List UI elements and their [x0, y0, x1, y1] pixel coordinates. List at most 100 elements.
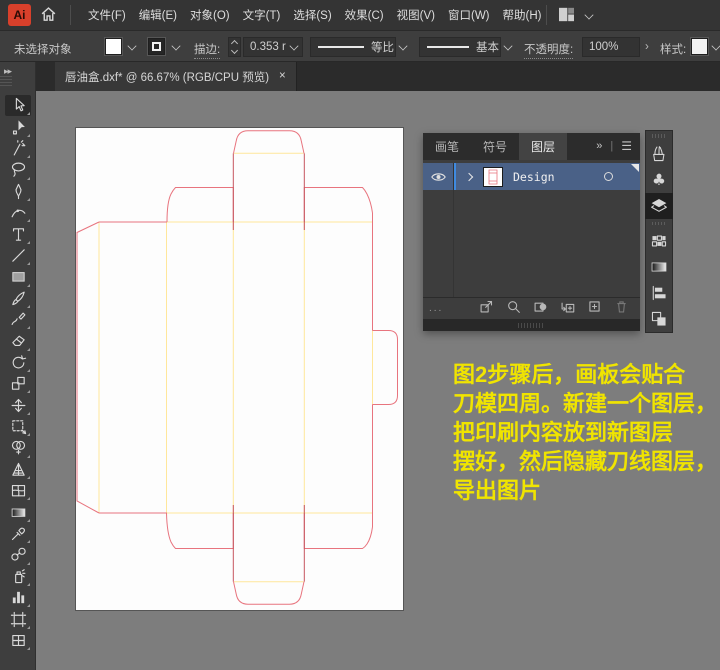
- profile-chevron-icon[interactable]: [398, 41, 407, 50]
- menu-item-8[interactable]: 帮助(H): [503, 7, 542, 23]
- tool-paintbrush[interactable]: [5, 288, 31, 309]
- artboard-icon: [10, 611, 27, 628]
- dock-symbols[interactable]: ♣: [645, 167, 673, 193]
- swatches-icon: [650, 232, 668, 250]
- search-icon[interactable]: [506, 299, 521, 319]
- tool-line-segment[interactable]: [5, 245, 31, 266]
- stroke-label[interactable]: 描边:: [194, 41, 220, 59]
- dock-gradient[interactable]: [645, 254, 673, 280]
- tool-artboard[interactable]: [5, 608, 31, 629]
- menu-item-0[interactable]: 文件(F): [88, 7, 126, 23]
- tool-magic-wand[interactable]: [5, 138, 31, 159]
- expand-arrow-icon[interactable]: [465, 172, 473, 180]
- tool-slice[interactable]: [5, 630, 31, 651]
- tool-selection[interactable]: [5, 95, 31, 116]
- tool-gradient[interactable]: [5, 501, 31, 522]
- layer-target-icon[interactable]: [604, 172, 613, 181]
- panel-tab-0[interactable]: 画笔: [423, 133, 471, 160]
- toolbar-grip[interactable]: [0, 76, 12, 88]
- artboard[interactable]: [76, 128, 403, 610]
- tool-free-transform[interactable]: [5, 416, 31, 437]
- stroke-chevron-icon[interactable]: [171, 41, 180, 50]
- style-swatch[interactable]: [691, 38, 708, 55]
- menu-item-5[interactable]: 效果(C): [345, 7, 384, 23]
- opacity-label[interactable]: 不透明度:: [524, 41, 573, 59]
- tool-width[interactable]: [5, 394, 31, 415]
- layer-row[interactable]: Design: [423, 163, 640, 190]
- style-chevron-icon[interactable]: [711, 41, 720, 50]
- workspace-switcher[interactable]: [558, 7, 593, 22]
- opacity-input[interactable]: 100%: [582, 37, 640, 57]
- visibility-cell[interactable]: [423, 171, 453, 183]
- menu-item-2[interactable]: 对象(O): [190, 7, 230, 23]
- new-layer-icon[interactable]: [587, 299, 602, 319]
- menu-item-3[interactable]: 文字(T): [243, 7, 281, 23]
- panel-resize-bar[interactable]: [423, 319, 640, 331]
- menu-item-4[interactable]: 选择(S): [293, 7, 331, 23]
- stroke-swatch[interactable]: [148, 38, 165, 55]
- tool-pen[interactable]: [5, 181, 31, 202]
- tool-direct-selection[interactable]: [5, 116, 31, 137]
- document-tab[interactable]: 唇油盒.dxf* @ 66.67% (RGB/CPU 预览) ×: [55, 62, 297, 91]
- dock-grip[interactable]: [652, 134, 666, 138]
- dock-brushes[interactable]: [645, 141, 673, 167]
- tools-panel: ▸▸: [0, 62, 36, 670]
- panel-tab-2[interactable]: 图层: [519, 133, 567, 160]
- mesh-icon: [10, 482, 27, 499]
- curvature-icon: [10, 204, 27, 221]
- tool-symbol-sprayer[interactable]: [5, 566, 31, 587]
- dock-swatches[interactable]: [645, 228, 673, 254]
- new-sublayer-icon[interactable]: [560, 299, 575, 319]
- app-logo[interactable]: Ai: [8, 4, 31, 26]
- dock-artboards[interactable]: [645, 306, 673, 332]
- style-label: 样式:: [660, 41, 686, 57]
- dieline-cut: [304, 513, 372, 549]
- tool-perspective-grid[interactable]: [5, 459, 31, 480]
- tab-close-icon[interactable]: ×: [279, 71, 286, 83]
- tool-rotate[interactable]: [5, 352, 31, 373]
- menu-item-6[interactable]: 视图(V): [397, 7, 435, 23]
- layer-name[interactable]: Design: [513, 170, 555, 184]
- make-mask-icon[interactable]: [533, 299, 548, 319]
- dieline-cut: [234, 131, 305, 154]
- tool-rectangle[interactable]: [5, 266, 31, 287]
- profile-dropdown[interactable]: 等比: [310, 37, 396, 57]
- tool-mesh[interactable]: [5, 480, 31, 501]
- align-icon: [650, 284, 668, 302]
- menu-item-1[interactable]: 编辑(E): [139, 7, 177, 23]
- brush-dropdown[interactable]: 基本: [419, 37, 501, 57]
- trash-icon[interactable]: [614, 299, 629, 319]
- profile-line-icon: [318, 46, 364, 48]
- panel-tab-1[interactable]: 符号: [471, 133, 519, 160]
- tool-scale[interactable]: [5, 373, 31, 394]
- panel-menu-icon[interactable]: ☰: [621, 139, 632, 153]
- stroke-proxy-icon: [152, 42, 161, 51]
- annotation-line-2: 刀模四周。新建一个图层，: [453, 389, 720, 418]
- menu-item-7[interactable]: 窗口(W): [448, 7, 490, 23]
- tool-eyedropper[interactable]: [5, 523, 31, 544]
- opacity-more-arrow[interactable]: ›: [645, 41, 649, 53]
- annotation-line-4: 摆好，然后隐藏刀线图层，: [453, 447, 720, 476]
- stroke-stepper[interactable]: [228, 37, 241, 57]
- tool-type[interactable]: [5, 223, 31, 244]
- brush-chevron-icon[interactable]: [503, 41, 512, 50]
- blend-icon: [10, 546, 27, 563]
- fill-chevron-icon[interactable]: [127, 41, 136, 50]
- collect-export-icon[interactable]: [479, 299, 494, 319]
- eraser-icon: [10, 332, 27, 349]
- tool-shaper[interactable]: [5, 309, 31, 330]
- tool-column-graph[interactable]: [5, 587, 31, 608]
- fill-swatch[interactable]: [105, 38, 122, 55]
- tool-eraser[interactable]: [5, 330, 31, 351]
- layer-thumbnail[interactable]: [483, 167, 503, 187]
- dock-grip[interactable]: [652, 222, 666, 226]
- home-icon[interactable]: [40, 6, 57, 28]
- tool-lasso[interactable]: [5, 159, 31, 180]
- tool-curvature[interactable]: [5, 202, 31, 223]
- dock-layers[interactable]: [645, 193, 673, 219]
- tool-blend[interactable]: [5, 544, 31, 565]
- step-down-icon[interactable]: [231, 47, 238, 54]
- dock-align[interactable]: [645, 280, 673, 306]
- panel-collapse-icon[interactable]: »: [596, 140, 602, 152]
- tool-shape-builder[interactable]: [5, 437, 31, 458]
